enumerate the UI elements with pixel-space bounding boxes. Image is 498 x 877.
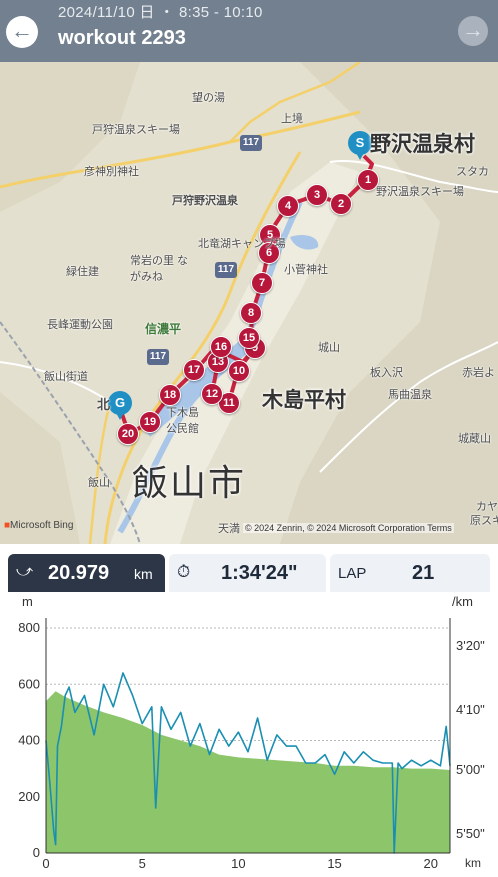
lap-marker-7[interactable]: 7: [251, 272, 273, 294]
left-axis-unit: m: [22, 594, 33, 609]
label-iiyama-kaido: 飯山街道: [44, 371, 88, 383]
forward-button[interactable]: →: [458, 16, 488, 46]
stopwatch-icon: ⏱: [177, 562, 191, 581]
label-tenman: 天満: [218, 523, 240, 535]
label-jokizan: 城蔵山: [458, 433, 491, 445]
label-iiyama-station: 飯山: [88, 477, 110, 489]
lap-marker-18[interactable]: 18: [159, 384, 181, 406]
lap-marker-12[interactable]: 12: [201, 383, 223, 405]
label-akaiwa: 赤岩よ: [462, 367, 495, 379]
lap-marker-15[interactable]: 15: [238, 327, 260, 349]
label-nagamine-park: 長峰運動公園: [47, 319, 113, 331]
label-nozawa-onsen: 野沢温泉村: [370, 133, 475, 156]
time-value: 1:34'24": [221, 562, 298, 584]
workout-stats: ⤻ 20.979 km ⏱ 1:34'24" LAP 21: [0, 544, 498, 592]
label-haraska: 原スキャ: [470, 515, 498, 527]
pace-tick-label: 3'20": [456, 638, 485, 653]
lap-marker-2[interactable]: 2: [330, 193, 352, 215]
y-tick-label: 800: [18, 620, 40, 635]
app-header: ← 2024/11/10 日 ・ 8:35 - 10:10 workout 22…: [0, 0, 498, 62]
start-pin[interactable]: S: [348, 131, 372, 160]
back-button[interactable]: ←: [6, 16, 38, 48]
pace-tick-label: 4'10": [456, 702, 485, 717]
label-kamisakai: 上境: [281, 113, 303, 125]
label-togari-ski: 戸狩温泉スキー場: [92, 124, 180, 136]
label-jozan: 城山: [318, 342, 340, 354]
label-shimokijima: 下木島 公民館: [166, 407, 199, 435]
workout-screen: ← 2024/11/10 日 ・ 8:35 - 10:10 workout 22…: [0, 0, 498, 877]
road-117-shield-2: 117: [215, 262, 237, 278]
label-sukaka: スタカ: [456, 166, 489, 178]
route-icon: ⤻: [16, 563, 34, 580]
label-tokiwa: 常岩の里 ながみね: [130, 255, 189, 283]
label-nozomi: 望の湯: [192, 92, 225, 104]
distance-unit: km: [134, 566, 153, 582]
lap-marker-20[interactable]: 20: [117, 423, 139, 445]
y-tick-label: 600: [18, 676, 40, 691]
y-tick-label: 0: [33, 845, 40, 860]
distance-value: 20.979: [48, 562, 110, 584]
label-kijimadaira: 木島平村: [262, 389, 346, 412]
distance-tab[interactable]: ⤻ 20.979 km: [8, 554, 165, 592]
map-copyright[interactable]: © 2024 Zenrin, © 2024 Microsoft Corporat…: [243, 523, 454, 533]
chart-svg: m/km km 0 200 400 600 800 0 5 10 15 20 3'20" 4'10" 5'0…: [18, 594, 485, 871]
lap-marker-17[interactable]: 17: [183, 359, 205, 381]
lap-marker-16[interactable]: 16: [210, 336, 232, 358]
x-tick-label: 15: [327, 856, 341, 871]
x-tick-label: 5: [139, 856, 146, 871]
x-tick-label: 10: [231, 856, 245, 871]
lap-marker-8[interactable]: 8: [240, 302, 262, 324]
label-togari-nozawa: 戸狩野沢温泉: [172, 195, 238, 207]
label-hikobetsu: 彦神別神社: [84, 166, 139, 178]
x-tick-label: 20: [424, 856, 438, 871]
route-map[interactable]: 1 2 3 4 5 6 7 8 9 10 11 12 13 15 16 17 1…: [0, 62, 498, 544]
workout-date: 2024/11/10 日 ・ 8:35 - 10:10: [58, 4, 263, 21]
x-tick-label: 0: [42, 856, 49, 871]
elevation-area: [46, 691, 450, 853]
road-117-shield-1: 117: [240, 135, 262, 151]
time-tab[interactable]: ⏱ 1:34'24": [169, 554, 326, 592]
label-itairisawa: 板入沢: [370, 367, 403, 379]
label-umabiki: 馬曲温泉: [388, 389, 432, 401]
label-ryokuhaken: 緑住建: [66, 266, 99, 278]
road-117-shield-3: 117: [147, 349, 169, 365]
pace-tick-label: 5'00": [456, 762, 485, 777]
microsoft-bing-logo: ■Microsoft Bing: [4, 520, 74, 531]
lap-marker-4[interactable]: 4: [277, 195, 299, 217]
lap-label: LAP: [338, 565, 367, 582]
elevation-pace-chart[interactable]: m/km km 0 200 400 600 800 0 5 10 15 20 3'20" 4'10" 5'0…: [0, 592, 498, 877]
lap-marker-19[interactable]: 19: [139, 411, 161, 433]
workout-title: workout 2293: [58, 27, 186, 49]
lap-value: 21: [412, 562, 435, 584]
pace-tick-label: 5'50": [456, 826, 485, 841]
arrow-right-icon: →: [462, 17, 484, 42]
label-iiyama-city: 飯山市: [132, 462, 247, 503]
lap-tab[interactable]: LAP 21: [330, 554, 490, 592]
arrow-left-icon: ←: [11, 18, 33, 43]
label-hokuryuko: 北竜湖キャンプ場: [198, 238, 286, 250]
label-kita: 北: [97, 397, 111, 412]
label-kosuge: 小菅神社: [284, 264, 328, 276]
y-tick-label: 200: [18, 789, 40, 804]
label-shinanodaira: 信濃平: [145, 322, 182, 336]
label-nozawa-ski: 野沢温泉スキー場: [376, 186, 464, 198]
lap-marker-3[interactable]: 3: [306, 184, 328, 206]
goal-pin[interactable]: G: [108, 391, 132, 420]
right-axis-unit: /km: [452, 594, 473, 609]
lap-marker-10[interactable]: 10: [228, 360, 250, 382]
y-tick-label: 400: [18, 733, 40, 748]
x-axis-unit: km: [465, 856, 481, 870]
